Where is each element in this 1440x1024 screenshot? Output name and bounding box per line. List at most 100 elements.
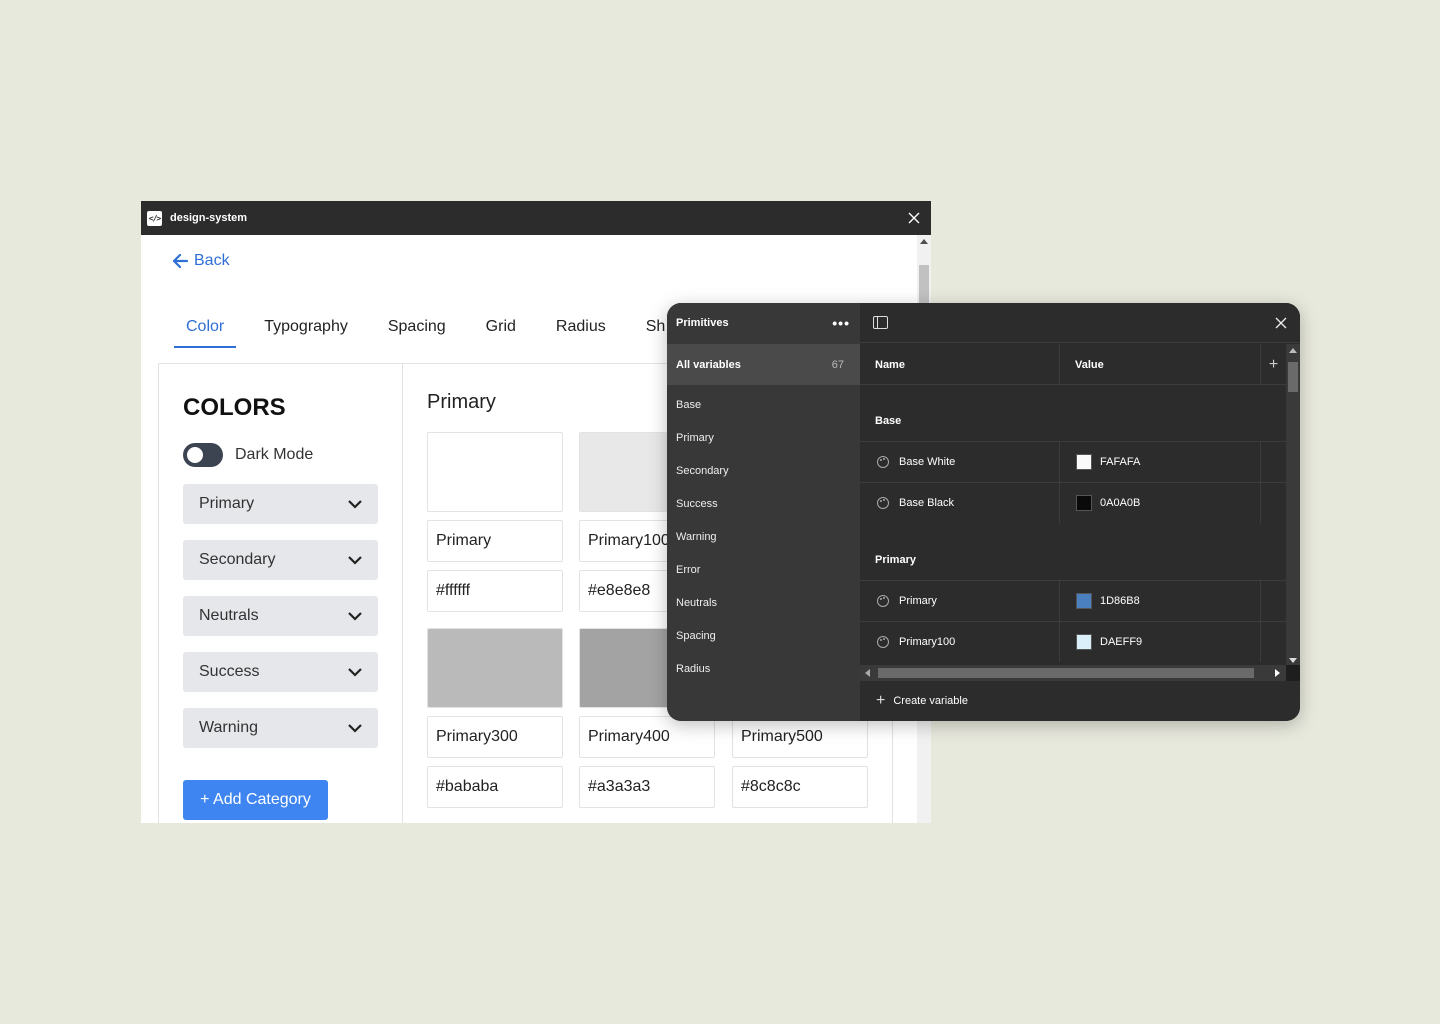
more-options-icon[interactable]: •••: [832, 315, 850, 331]
table-horizontal-scrollbar[interactable]: [860, 665, 1286, 681]
category-select-secondary[interactable]: Secondary: [183, 540, 378, 580]
swatch-hex-input[interactable]: #bababa: [427, 766, 563, 808]
collection-selector[interactable]: Primitives •••: [667, 303, 860, 343]
close-icon[interactable]: [1272, 314, 1290, 332]
category-tabs: Color Typography Spacing Grid Radius Sh: [174, 315, 693, 348]
scroll-right-icon[interactable]: [1275, 669, 1280, 677]
group-item-warning[interactable]: Warning: [676, 531, 717, 543]
swatch-name-input[interactable]: Primary500: [732, 716, 868, 758]
variables-panel: Primitives ••• All variables 67 Base Pri…: [667, 303, 1300, 721]
scroll-up-icon[interactable]: [920, 239, 928, 244]
variable-value-cell[interactable]: 0A0A0B: [1060, 483, 1261, 523]
plugin-titlebar: </> design-system: [141, 201, 931, 235]
plus-icon: +: [876, 692, 886, 709]
swatch-name-input[interactable]: Primary: [427, 520, 563, 562]
scroll-left-icon[interactable]: [865, 669, 870, 677]
close-icon[interactable]: [905, 209, 923, 227]
group-item-error[interactable]: Error: [676, 564, 700, 576]
swatch-hex-input[interactable]: #a3a3a3: [579, 766, 715, 808]
table-vertical-scrollbar[interactable]: [1286, 344, 1300, 665]
variable-row[interactable]: Primary100 DAEFF9: [860, 621, 1286, 662]
chevron-down-icon: [348, 723, 362, 733]
variable-value: DAEFF9: [1100, 636, 1143, 648]
variable-value-cell[interactable]: FAFAFA: [1060, 442, 1261, 482]
tab-radius[interactable]: Radius: [544, 315, 618, 348]
arrow-left-icon: [173, 254, 189, 268]
create-variable-label: Create variable: [893, 695, 968, 707]
variable-value: 0A0A0B: [1100, 497, 1141, 509]
variables-count: 67: [831, 358, 844, 371]
add-mode-icon[interactable]: +: [1261, 344, 1286, 385]
toggle-knob: [187, 447, 203, 463]
dark-mode-row: Dark Mode: [183, 443, 313, 467]
category-label: Success: [199, 663, 260, 680]
group-item-base[interactable]: Base: [676, 399, 701, 411]
category-select-success[interactable]: Success: [183, 652, 378, 692]
toggle-sidebar-icon[interactable]: [873, 316, 888, 329]
value-column-header: Value: [1060, 344, 1261, 385]
group-item-success[interactable]: Success: [676, 498, 718, 510]
chevron-down-icon: [348, 667, 362, 677]
section-label-base: Base: [875, 415, 902, 427]
palette-icon: [877, 497, 889, 509]
variables-table-header: Name Value +: [860, 344, 1286, 385]
tab-spacing[interactable]: Spacing: [376, 315, 458, 348]
variables-sidebar: Primitives ••• All variables 67 Base Pri…: [667, 303, 860, 721]
category-select-neutrals[interactable]: Neutrals: [183, 596, 378, 636]
back-label: Back: [194, 252, 230, 269]
variable-name-cell: Base Black: [860, 483, 1060, 523]
all-variables-item[interactable]: All variables 67: [667, 344, 860, 385]
category-select-primary[interactable]: Primary: [183, 484, 378, 524]
name-column-header: Name: [860, 344, 1060, 385]
variable-value-cell[interactable]: DAEFF9: [1060, 622, 1261, 662]
palette-icon: [877, 595, 889, 607]
add-category-button[interactable]: + Add Category: [183, 780, 328, 820]
back-button[interactable]: Back: [173, 252, 230, 270]
group-item-primary[interactable]: Primary: [676, 432, 714, 444]
variable-name-cell: Base White: [860, 442, 1060, 482]
swatch-name-input[interactable]: Primary300: [427, 716, 563, 758]
categories-panel: COLORS Dark Mode Primary Secondary Neutr…: [159, 364, 403, 823]
swatch-name-input[interactable]: Primary400: [579, 716, 715, 758]
all-variables-label: All variables: [676, 358, 741, 371]
variables-toolbar: [860, 303, 1300, 343]
scroll-up-icon[interactable]: [1289, 348, 1297, 353]
category-label: Secondary: [199, 551, 276, 568]
group-item-secondary[interactable]: Secondary: [676, 465, 729, 477]
category-select-warning[interactable]: Warning: [183, 708, 378, 748]
dark-mode-toggle[interactable]: [183, 443, 223, 467]
color-chip: [1076, 634, 1092, 650]
colors-heading: COLORS: [183, 394, 286, 421]
plugin-title: design-system: [170, 212, 248, 224]
tab-color[interactable]: Color: [174, 315, 237, 348]
chevron-down-icon: [348, 499, 362, 509]
variable-row[interactable]: Base White FAFAFA: [860, 441, 1286, 482]
group-heading: Primary: [427, 391, 496, 413]
tab-grid[interactable]: Grid: [474, 315, 528, 348]
create-variable-button[interactable]: + Create variable: [876, 692, 968, 709]
variable-value: 1D86B8: [1100, 595, 1140, 607]
palette-icon: [877, 456, 889, 468]
tab-typography[interactable]: Typography: [252, 315, 360, 348]
group-item-spacing[interactable]: Spacing: [676, 630, 716, 642]
code-icon: </>: [147, 210, 162, 226]
group-item-neutrals[interactable]: Neutrals: [676, 597, 717, 609]
swatch-hex-input[interactable]: #8c8c8c: [732, 766, 868, 808]
category-label: Warning: [199, 719, 258, 736]
color-swatch[interactable]: [427, 432, 563, 512]
scrollbar-corner: [1286, 665, 1300, 681]
group-item-radius[interactable]: Radius: [676, 663, 710, 675]
category-label: Primary: [199, 495, 255, 512]
variable-name: Base Black: [899, 497, 955, 509]
swatch-hex-input[interactable]: #ffffff: [427, 570, 563, 612]
category-label: Neutrals: [199, 607, 259, 624]
scrollbar-thumb[interactable]: [878, 668, 1254, 678]
palette-icon: [877, 636, 889, 648]
scroll-down-icon[interactable]: [1289, 658, 1297, 663]
variable-row[interactable]: Primary 1D86B8: [860, 580, 1286, 621]
variable-value-cell[interactable]: 1D86B8: [1060, 581, 1261, 621]
color-swatch[interactable]: [427, 628, 563, 708]
color-chip: [1076, 454, 1092, 470]
scrollbar-thumb[interactable]: [1288, 362, 1298, 392]
variable-row[interactable]: Base Black 0A0A0B: [860, 482, 1286, 523]
